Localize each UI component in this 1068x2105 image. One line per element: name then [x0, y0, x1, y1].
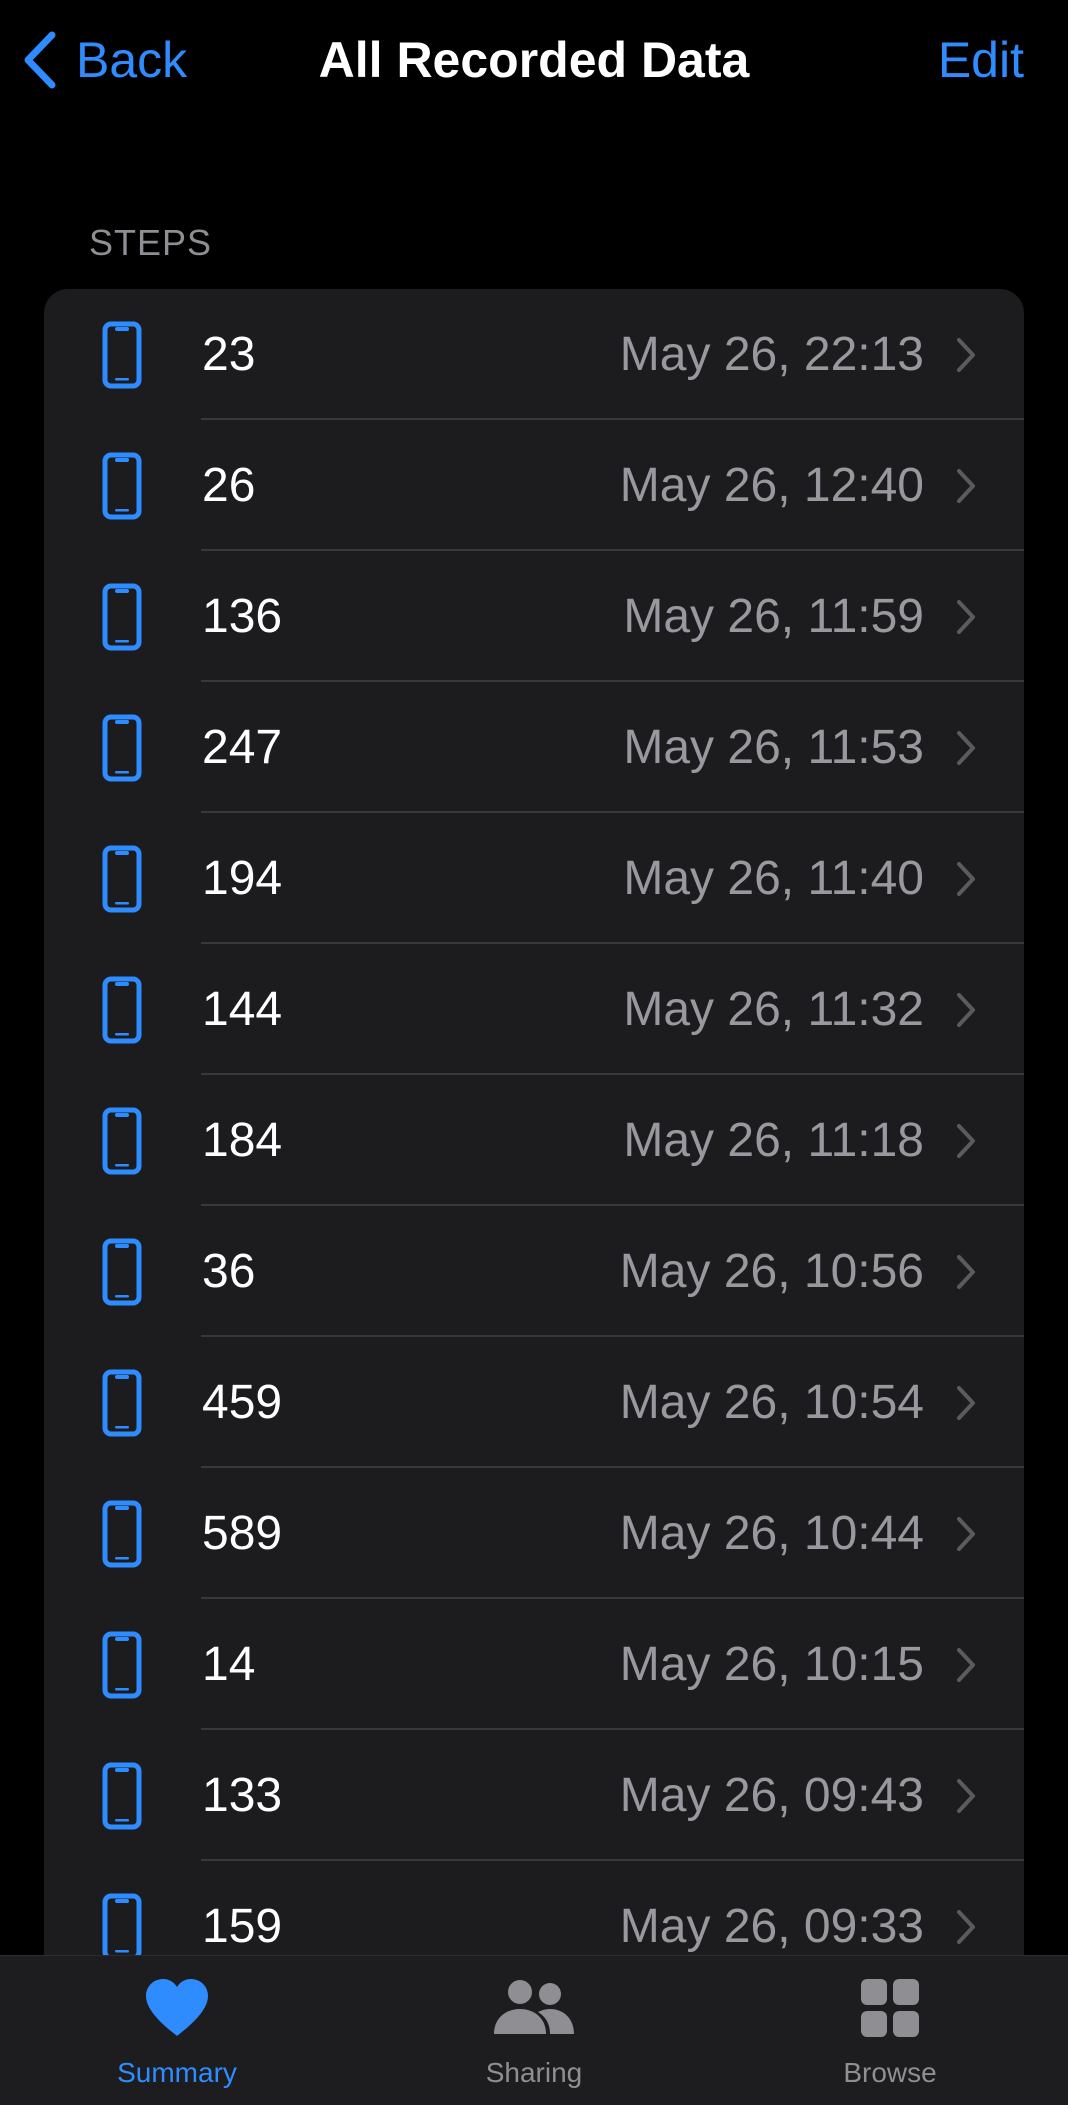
chevron-right-icon [957, 1517, 975, 1551]
step-count: 36 [202, 1245, 256, 1298]
iphone-icon [102, 583, 142, 651]
record-date: May 26, 10:56 [619, 1245, 924, 1298]
step-count: 184 [202, 1114, 283, 1167]
chevron-right-icon [957, 731, 975, 765]
list-item[interactable]: 247 May 26, 11:53 [44, 682, 1024, 813]
tab-summary-label: Summary [117, 2057, 237, 2088]
section-header: STEPS [89, 222, 213, 263]
chevron-right-icon [957, 469, 975, 503]
step-count: 136 [202, 590, 283, 643]
chevron-right-icon [957, 1910, 975, 1944]
record-date: May 26, 09:33 [619, 1900, 924, 1953]
iphone-icon [102, 714, 142, 782]
chevron-right-icon [957, 600, 975, 634]
chevron-right-icon [957, 1386, 975, 1420]
iphone-icon [102, 1500, 142, 1568]
chevron-right-icon [957, 862, 975, 896]
record-date: May 26, 11:32 [623, 983, 924, 1036]
list-item[interactable]: 136 May 26, 11:59 [44, 551, 1024, 682]
iphone-icon [102, 1238, 142, 1306]
iphone-icon [102, 321, 142, 389]
step-count: 194 [202, 852, 283, 905]
record-date: May 26, 22:13 [619, 328, 924, 381]
list-item[interactable]: 459 May 26, 10:54 [44, 1337, 1024, 1468]
record-date: May 26, 12:40 [619, 459, 924, 512]
record-date: May 26, 10:44 [619, 1507, 924, 1560]
iphone-icon [102, 1762, 142, 1830]
list-item[interactable]: 36 May 26, 10:56 [44, 1206, 1024, 1337]
step-count: 26 [202, 459, 256, 512]
chevron-right-icon [957, 1648, 975, 1682]
heart-icon [146, 1979, 208, 2036]
iphone-icon [102, 1369, 142, 1437]
record-date: May 26, 11:53 [623, 721, 924, 774]
tab-sharing[interactable]: Sharing [434, 1956, 634, 2105]
record-date: May 26, 11:59 [623, 590, 924, 643]
iphone-icon [102, 1631, 142, 1699]
tab-bar: Summary Sharing Browse [0, 1955, 1068, 2105]
chevron-right-icon [957, 1124, 975, 1158]
iphone-icon [102, 1893, 142, 1961]
iphone-icon [102, 976, 142, 1044]
chevron-right-icon [957, 1255, 975, 1289]
people-icon [494, 1980, 574, 2034]
step-count: 247 [202, 721, 283, 774]
tab-browse-label: Browse [843, 2057, 937, 2088]
list-item[interactable]: 133 May 26, 09:43 [44, 1730, 1024, 1861]
list-item[interactable]: 23 May 26, 22:13 [44, 289, 1024, 420]
step-count: 23 [202, 328, 256, 381]
iphone-icon [102, 452, 142, 520]
list-item[interactable]: 184 May 26, 11:18 [44, 1075, 1024, 1206]
grid-icon [861, 1979, 919, 2037]
chevron-right-icon [957, 993, 975, 1027]
record-date: May 26, 10:54 [619, 1376, 924, 1429]
step-count: 589 [202, 1507, 283, 1560]
step-count: 14 [202, 1638, 256, 1691]
step-count: 459 [202, 1376, 283, 1429]
iphone-icon [102, 845, 142, 913]
chevron-right-icon [957, 338, 975, 372]
step-count: 144 [202, 983, 283, 1036]
record-date: May 26, 11:18 [623, 1114, 924, 1167]
list-item[interactable]: 194 May 26, 11:40 [44, 813, 1024, 944]
list-item[interactable]: 589 May 26, 10:44 [44, 1468, 1024, 1599]
navigation-bar: Back All Recorded Data Edit [0, 0, 1068, 120]
page-title: All Recorded Data [318, 32, 750, 88]
tab-browse[interactable]: Browse [790, 1956, 990, 2105]
iphone-icon [102, 1107, 142, 1175]
record-date: May 26, 09:43 [619, 1769, 924, 1822]
steps-list: 23 May 26, 22:13 26 May 26, 12:40 136 May 26,… [44, 289, 1024, 1969]
tab-sharing-label: Sharing [485, 2057, 583, 2088]
tab-summary[interactable]: Summary [77, 1956, 277, 2105]
chevron-right-icon [957, 1779, 975, 1813]
list-item[interactable]: 14 May 26, 10:15 [44, 1599, 1024, 1730]
list-item[interactable]: 159 May 26, 09:33 [44, 1861, 1024, 1969]
record-date: May 26, 10:15 [619, 1638, 924, 1691]
edit-button[interactable]: Edit [938, 30, 1024, 90]
step-count: 133 [202, 1769, 283, 1822]
record-date: May 26, 11:40 [623, 852, 924, 905]
list-item[interactable]: 26 May 26, 12:40 [44, 420, 1024, 551]
list-item[interactable]: 144 May 26, 11:32 [44, 944, 1024, 1075]
step-count: 159 [202, 1900, 283, 1953]
